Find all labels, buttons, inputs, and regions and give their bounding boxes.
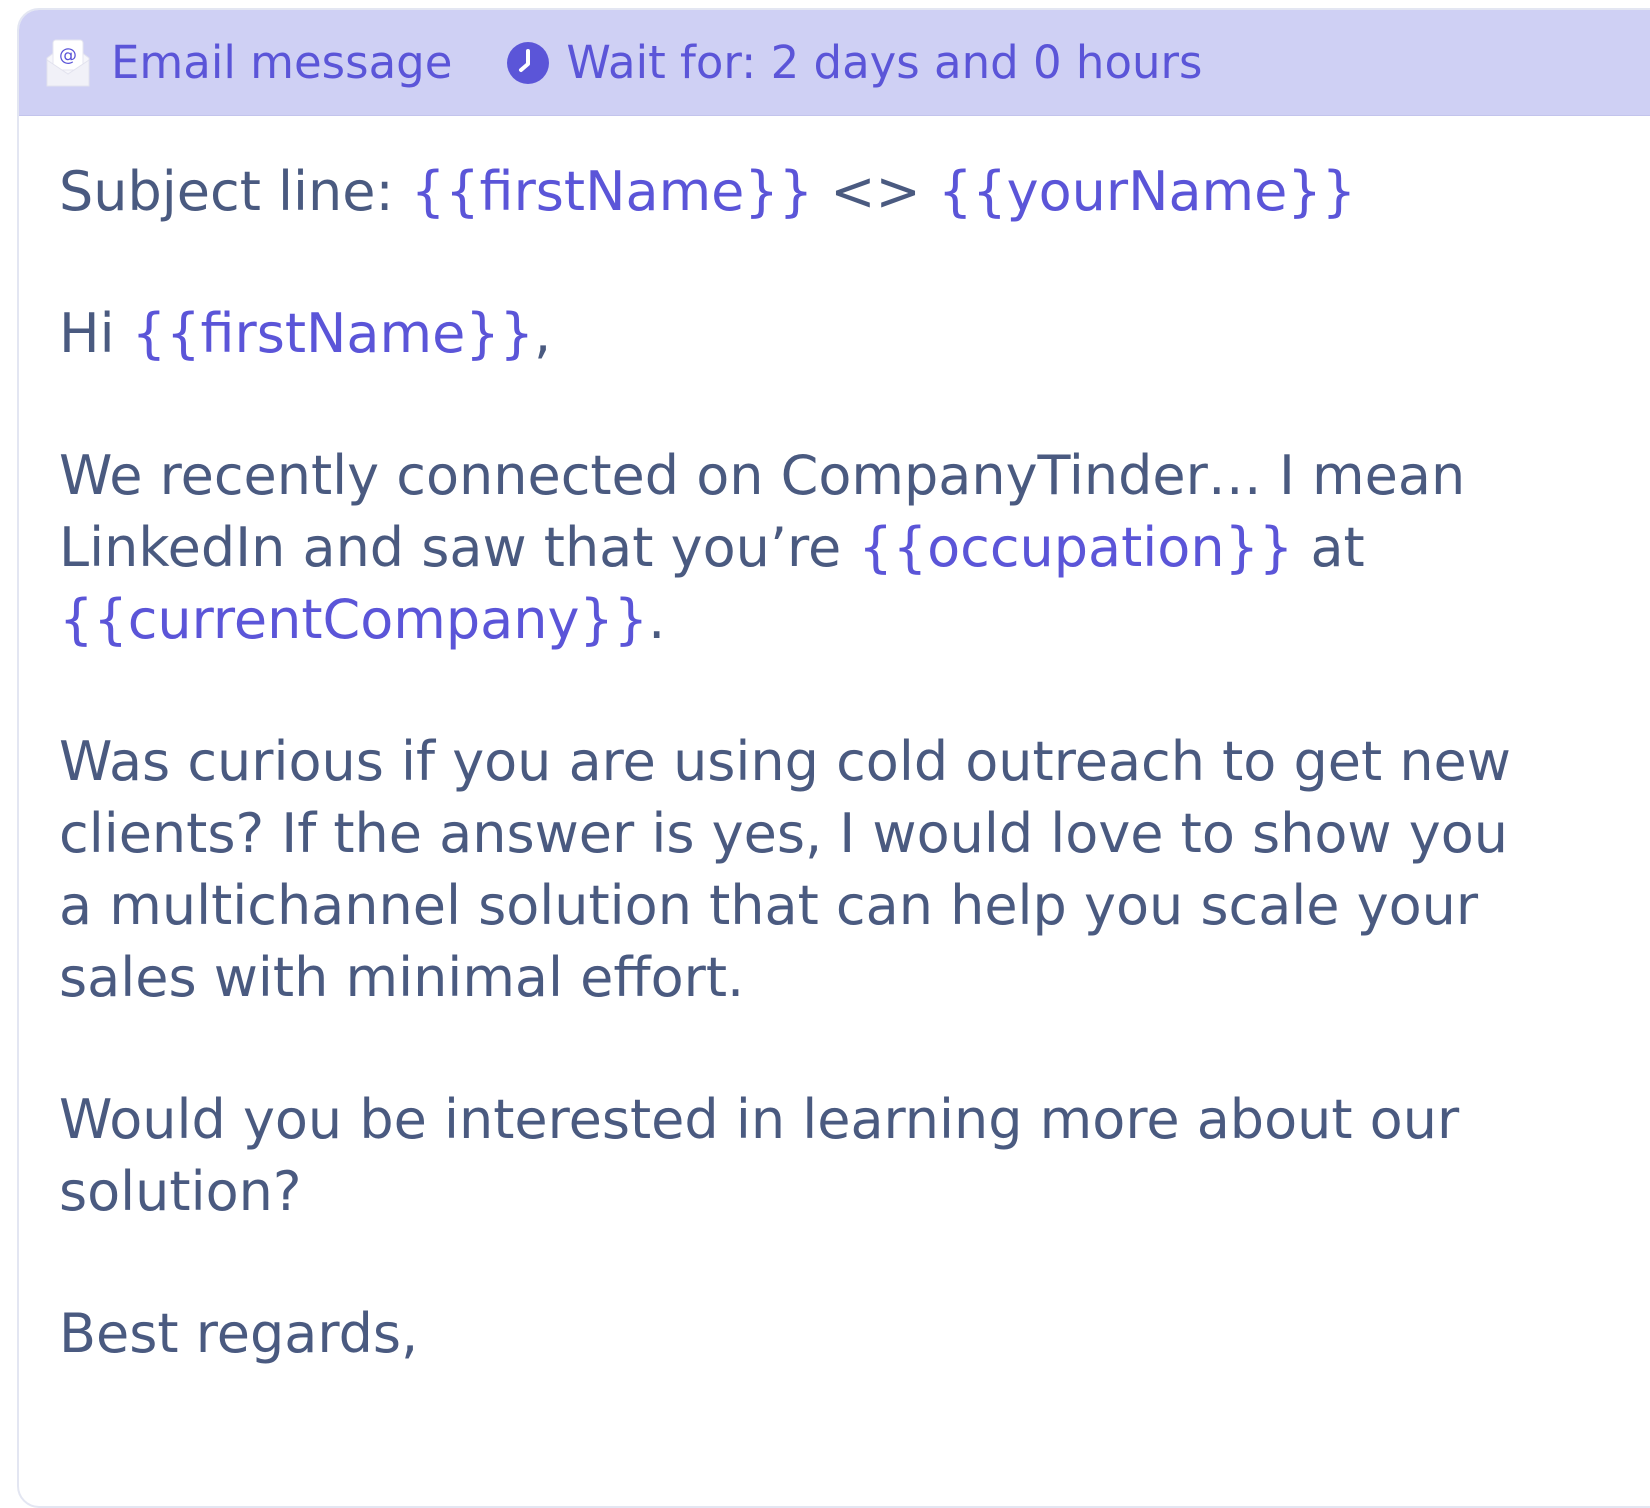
svg-text:@: @	[59, 45, 77, 66]
signoff: Best regards,	[59, 1302, 419, 1365]
email-body[interactable]: Subject line: {{firstName}} <> {{yourNam…	[19, 116, 1639, 1370]
wait-label: Wait for: 2 days and 0 hours	[566, 36, 1203, 89]
wait-duration[interactable]: Wait for: 2 days and 0 hours	[506, 36, 1202, 89]
paragraph-intro: We recently connected on CompanyTinder… …	[59, 444, 1466, 651]
email-step-header: @ Email message Wait for: 2 days and 0 h…	[19, 10, 1650, 116]
email-step-card[interactable]: @ Email message Wait for: 2 days and 0 h…	[17, 8, 1650, 1508]
greeting: Hi {{firstName}},	[59, 302, 552, 365]
variable-your-name: {{yourName}}	[937, 160, 1357, 223]
step-title: Email message	[111, 36, 453, 89]
variable-first-name: {{firstName}}	[410, 160, 814, 223]
paragraph-pitch: Was curious if you are using cold outrea…	[59, 730, 1511, 1009]
variable-occupation: {{occupation}}	[858, 516, 1294, 579]
paragraph-question: Would you be interested in learning more…	[59, 1088, 1460, 1223]
subject-line: Subject line: {{firstName}} <> {{yourNam…	[59, 160, 1357, 223]
clock-icon	[506, 41, 550, 85]
variable-current-company: {{currentCompany}}	[59, 588, 649, 651]
variable-first-name: {{firstName}}	[131, 302, 535, 365]
email-envelope-icon: @	[43, 36, 93, 90]
